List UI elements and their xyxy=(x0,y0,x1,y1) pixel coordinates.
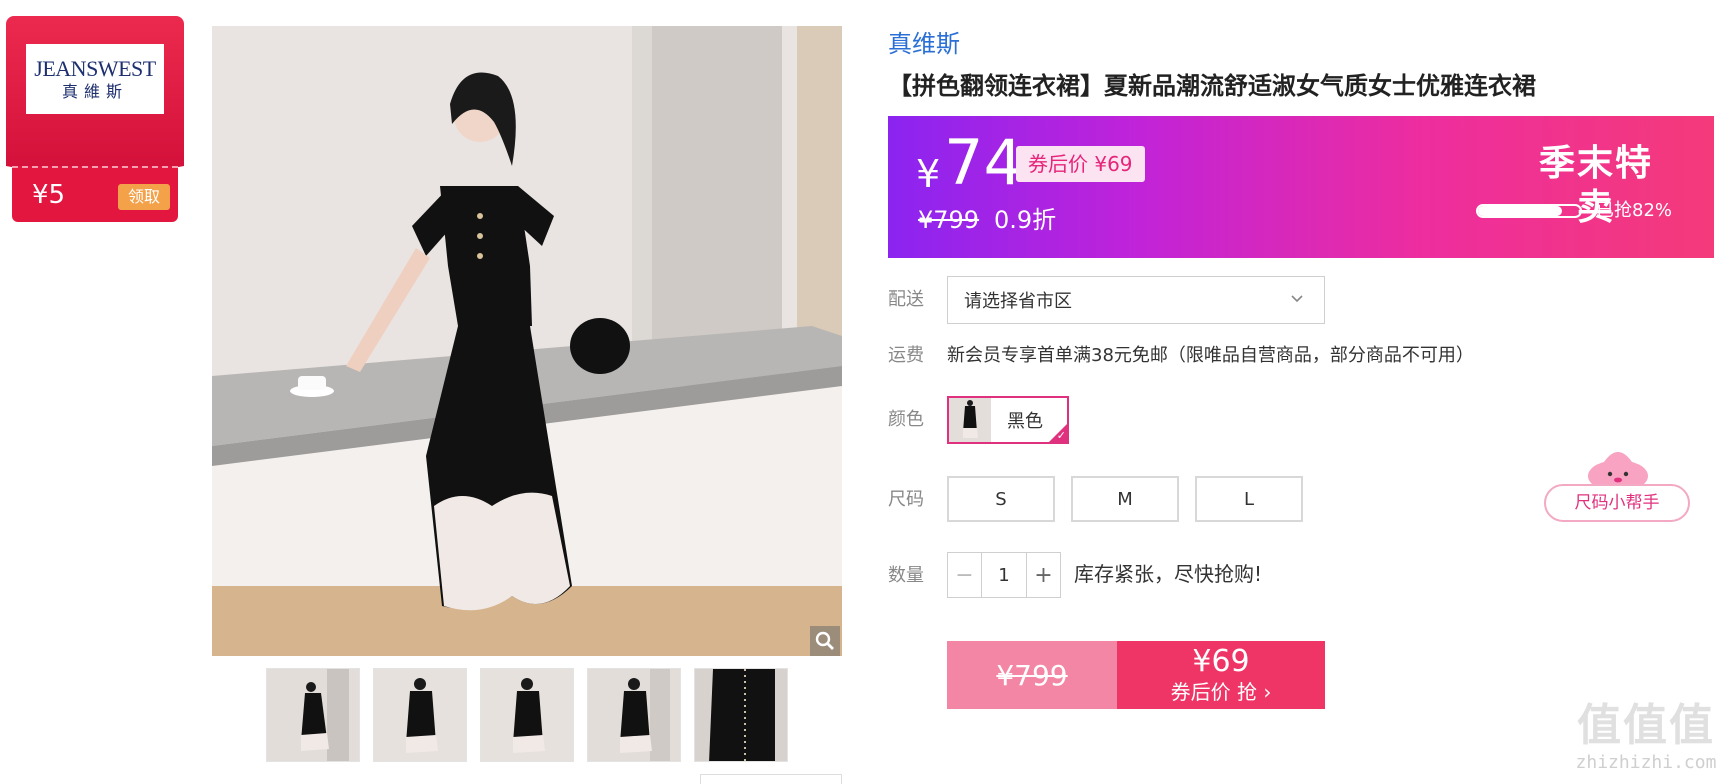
thumbnail-5[interactable] xyxy=(694,668,788,762)
product-photo xyxy=(212,26,842,656)
buy-action-panel[interactable]: ¥69 券后价 抢 › xyxy=(1117,641,1325,709)
shipping-info: 新会员专享首单满38元免邮（限唯品自营商品，部分商品不可用） xyxy=(947,345,1474,366)
quantity-label: 数量 xyxy=(888,565,924,586)
quantity-value[interactable]: 1 xyxy=(982,553,1026,597)
size-helper-label: 尺码小帮手 xyxy=(1544,484,1690,522)
size-label: 尺码 xyxy=(888,489,924,510)
brand-name-link[interactable]: 真维斯 xyxy=(888,28,960,60)
thumbnail-2[interactable] xyxy=(373,668,467,762)
check-icon: ✓ xyxy=(1056,429,1066,442)
watermark-domain: zhizhizhi.com xyxy=(1575,752,1717,773)
buy-action-label: 券后价 抢 › xyxy=(1170,680,1272,704)
brand-logo-en: JEANSWEST xyxy=(34,56,156,81)
delivery-region-value: 请选择省市区 xyxy=(964,291,1072,312)
product-main-image[interactable] xyxy=(212,26,842,656)
quantity-decrease-button[interactable]: − xyxy=(948,553,982,597)
size-option-l[interactable]: L xyxy=(1195,476,1303,522)
price-currency: ¥ xyxy=(916,152,941,196)
thumbnail-3[interactable] xyxy=(480,668,574,762)
sold-percent-text: 已抢82% xyxy=(1596,200,1673,221)
size-option-s[interactable]: S xyxy=(947,476,1055,522)
color-option-label: 黑色 xyxy=(1007,411,1043,432)
delivery-label: 配送 xyxy=(888,289,924,310)
buy-original-price: ¥799 xyxy=(996,658,1068,692)
stock-warning: 库存紧张，尽快抢购! xyxy=(1074,562,1263,586)
site-watermark: 值值值 zhizhizhi.com xyxy=(1568,700,1724,784)
price-banner: ¥ 74 券后价 ¥69 ¥799 0.9折 季末特卖 已抢82% xyxy=(888,116,1714,258)
coupon-claim-button[interactable]: 领取 xyxy=(118,184,170,210)
delivery-region-select[interactable]: 请选择省市区 xyxy=(947,276,1325,324)
coupon-body: ¥5 领取 xyxy=(12,166,178,222)
shipping-label: 运费 xyxy=(888,345,924,366)
size-option-m[interactable]: M xyxy=(1071,476,1179,522)
coupon-amount: ¥5 xyxy=(32,180,66,210)
color-label: 颜色 xyxy=(888,409,924,430)
buy-price: ¥69 xyxy=(1192,644,1250,679)
original-price: ¥799 xyxy=(918,206,980,234)
after-coupon-price-badge: 券后价 ¥69 xyxy=(1016,146,1145,182)
quantity-increase-button[interactable]: + xyxy=(1026,553,1060,597)
thumbnail-1[interactable] xyxy=(266,668,360,762)
thumbnail-strip xyxy=(266,668,788,762)
quantity-stepper: − 1 + xyxy=(947,552,1061,598)
watermark-logo: 值值值 xyxy=(1577,700,1715,751)
thumbnail-4[interactable] xyxy=(587,668,681,762)
thumbnail-scroll-handle[interactable] xyxy=(700,774,842,784)
current-price: 74 xyxy=(944,126,1023,199)
discount-rate: 0.9折 xyxy=(994,206,1057,234)
size-helper-button[interactable]: 尺码小帮手 xyxy=(1544,446,1692,522)
sold-progress-fill xyxy=(1478,206,1562,216)
zoom-icon[interactable] xyxy=(810,626,840,656)
coupon-card: JEANSWEST 真維斯 ¥5 领取 xyxy=(6,16,184,222)
product-title: 【拼色翻领连衣裙】夏新品潮流舒适淑女气质女士优雅连衣裙 xyxy=(888,72,1536,100)
buy-original-price-panel: ¥799 xyxy=(947,641,1117,709)
sold-progress-bar xyxy=(1476,204,1582,218)
buy-button[interactable]: ¥799 ¥69 券后价 抢 › xyxy=(947,641,1325,709)
chevron-down-icon xyxy=(1291,295,1303,303)
color-option-black[interactable]: 黑色 ✓ xyxy=(947,396,1069,444)
brand-logo-cn: 真維斯 xyxy=(61,82,128,101)
color-swatch-image xyxy=(949,398,991,442)
coupon-header: JEANSWEST 真維斯 xyxy=(6,16,184,182)
brand-logo: JEANSWEST 真維斯 xyxy=(26,44,164,114)
